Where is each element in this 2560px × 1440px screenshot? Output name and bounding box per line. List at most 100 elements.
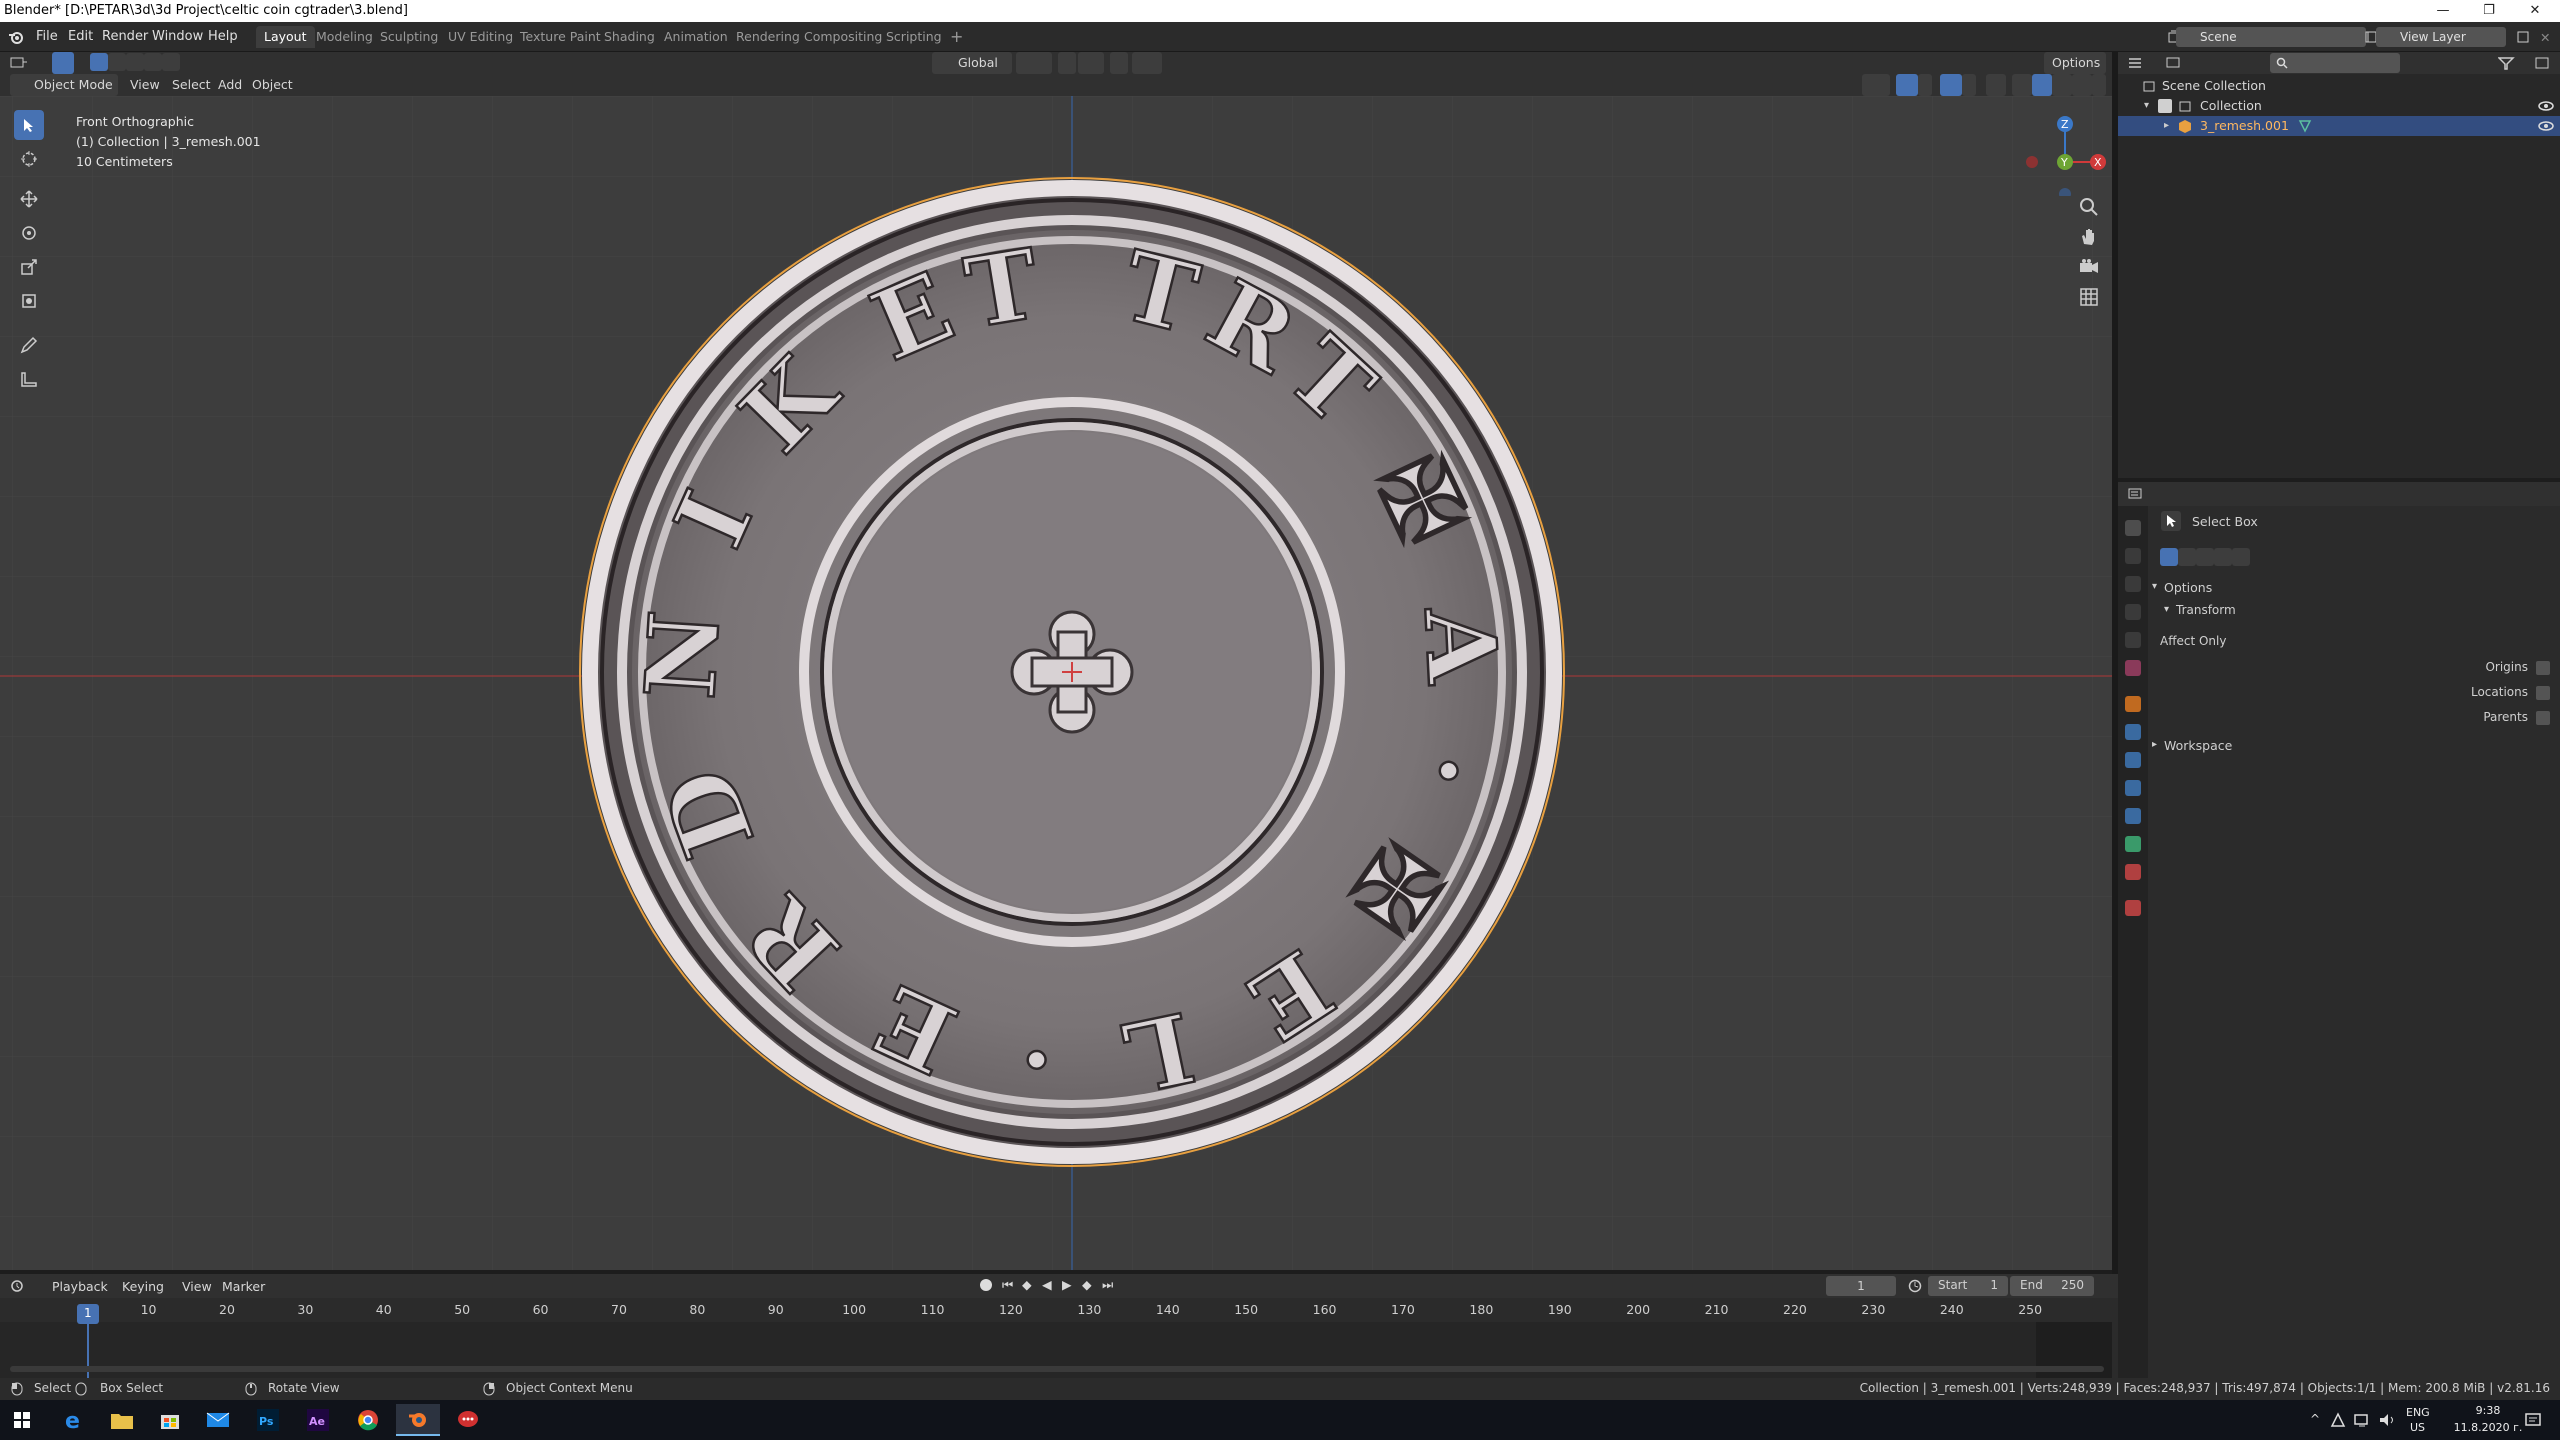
outliner-row-object[interactable]: ▸ 3_remesh.001: [2118, 116, 2560, 136]
network-icon[interactable]: [2354, 1412, 2372, 1428]
select-mode-invert-button[interactable]: [144, 53, 162, 71]
eye-icon[interactable]: [2538, 120, 2554, 132]
minimize-button[interactable]: —: [2420, 0, 2466, 22]
notifications-icon[interactable]: [2524, 1412, 2542, 1428]
scene-props-icon[interactable]: [2125, 632, 2141, 648]
pivot-point-dropdown[interactable]: [1016, 52, 1052, 74]
taskbar-chat[interactable]: [446, 1404, 490, 1436]
timeline-editor-icon[interactable]: [10, 1279, 28, 1293]
origins-checkbox[interactable]: [2536, 661, 2550, 675]
tool-props-icon[interactable]: [2125, 520, 2141, 536]
timeline-menu-playback[interactable]: Playback: [52, 1279, 108, 1294]
tab-modeling[interactable]: Modeling: [308, 26, 381, 48]
tool-transform[interactable]: [14, 286, 44, 316]
outliner-search-input[interactable]: [2270, 53, 2400, 73]
proportional-edit-toggle[interactable]: [1110, 52, 1128, 74]
shading-wireframe-button[interactable]: [2012, 74, 2032, 96]
gizmo-toggle[interactable]: [1896, 74, 1918, 96]
taskbar-mail[interactable]: [196, 1404, 240, 1436]
zoom-icon[interactable]: [2078, 196, 2100, 218]
tray-chevron-icon[interactable]: ^: [2310, 1412, 2320, 1426]
render-props-icon[interactable]: [2125, 548, 2141, 564]
tool-select-box[interactable]: [14, 110, 44, 140]
play-icon[interactable]: ▶: [1062, 1277, 1072, 1292]
taskbar-blender[interactable]: [396, 1404, 440, 1436]
shading-rendered-button[interactable]: [2072, 74, 2092, 96]
outliner-editor-icon[interactable]: [2128, 56, 2146, 70]
tab-scripting[interactable]: Scripting: [878, 26, 950, 48]
world-props-icon[interactable]: [2125, 660, 2141, 676]
viewport-menu-add[interactable]: Add: [218, 77, 242, 92]
tool-cursor[interactable]: [14, 144, 44, 174]
view-layer-props-icon[interactable]: [2125, 604, 2141, 620]
maximize-button[interactable]: ❐: [2466, 0, 2512, 22]
menu-edit[interactable]: Edit: [68, 29, 93, 44]
object-props-icon[interactable]: [2125, 696, 2141, 712]
clock-icon[interactable]: [1908, 1279, 1922, 1293]
filter-icon[interactable]: [2498, 56, 2516, 70]
new-collection-icon[interactable]: [2534, 56, 2552, 70]
shading-material-button[interactable]: [2052, 74, 2072, 96]
output-props-icon[interactable]: [2125, 576, 2141, 592]
menu-window[interactable]: Window: [152, 29, 203, 44]
overlays-toggle[interactable]: [1940, 74, 1962, 96]
mode-subtract-button[interactable]: [2196, 548, 2214, 566]
viewport-menu-object[interactable]: Object: [252, 77, 293, 92]
viewport-menu-view[interactable]: View: [130, 77, 160, 92]
display-mode-icon[interactable]: [2166, 56, 2184, 70]
camera-icon[interactable]: [2078, 256, 2100, 278]
outliner-row-scene-collection[interactable]: Scene Collection: [2118, 76, 2560, 96]
locations-checkbox[interactable]: [2536, 686, 2550, 700]
shading-dropdown[interactable]: [2092, 74, 2106, 96]
select-mode-subtract-button[interactable]: [126, 53, 144, 71]
mode-extend-button[interactable]: [2178, 548, 2196, 566]
navigation-gizmo[interactable]: Z Y X: [2020, 106, 2110, 196]
tab-shading[interactable]: Shading: [596, 26, 663, 48]
menu-help[interactable]: Help: [208, 29, 238, 44]
add-workspace-button[interactable]: +: [942, 26, 971, 48]
view-layer-remove-icon[interactable]: ✕: [2540, 30, 2550, 45]
language-indicator[interactable]: ENG: [2406, 1406, 2430, 1419]
clock-time[interactable]: 9:38: [2458, 1404, 2518, 1417]
taskbar-chrome[interactable]: [346, 1404, 390, 1436]
editor-type-icon[interactable]: [10, 56, 28, 70]
taskbar-after-effects[interactable]: Ae: [296, 1404, 340, 1436]
view-layer-add-icon[interactable]: [2516, 30, 2530, 44]
blender-logo-icon[interactable]: [8, 29, 24, 45]
taskbar-photoshop[interactable]: Ps: [246, 1404, 290, 1436]
outliner-row-collection[interactable]: ▾ Collection: [2118, 96, 2560, 116]
taskbar-store[interactable]: [148, 1404, 192, 1436]
timeline-menu-marker[interactable]: Marker: [222, 1279, 265, 1294]
snap-target-dropdown[interactable]: [1078, 52, 1104, 74]
select-mode-new-button[interactable]: [90, 53, 108, 71]
start-frame-field[interactable]: Start 1: [1928, 1276, 2008, 1296]
close-button[interactable]: ✕: [2512, 0, 2558, 22]
taskbar-edge[interactable]: e: [52, 1404, 96, 1436]
taskbar-explorer[interactable]: [100, 1404, 144, 1436]
tab-sculpting[interactable]: Sculpting: [372, 26, 446, 48]
tool-measure[interactable]: [14, 364, 44, 394]
start-button[interactable]: [0, 1404, 44, 1436]
tool-annotate[interactable]: [14, 330, 44, 360]
expand-arrow-icon[interactable]: ▸: [2164, 116, 2169, 136]
material-props-icon[interactable]: [2125, 864, 2141, 880]
shading-solid-button[interactable]: [2032, 74, 2052, 96]
collection-exclude-checkbox[interactable]: [2158, 99, 2172, 113]
jump-keyframe-forward-icon[interactable]: ◆: [1082, 1277, 1092, 1292]
hand-pan-icon[interactable]: [2078, 226, 2100, 248]
view-layer-field[interactable]: View Layer: [2376, 27, 2506, 47]
timeline-menu-view[interactable]: View: [182, 1279, 212, 1294]
current-frame-field[interactable]: 1: [1826, 1276, 1896, 1296]
coin-model[interactable]: TRT ✠ A · ✠ E L · E R D N I K ET: [576, 176, 1568, 1176]
jump-keyframe-back-icon[interactable]: ◆: [1022, 1277, 1032, 1292]
menu-file[interactable]: File: [36, 29, 58, 44]
snap-toggle[interactable]: [1058, 52, 1076, 74]
particles-props-icon[interactable]: [2125, 752, 2141, 768]
proportional-falloff-dropdown[interactable]: [1132, 52, 1162, 74]
eye-icon[interactable]: [2538, 100, 2554, 112]
viewport-menu-select[interactable]: Select: [172, 77, 211, 92]
record-icon[interactable]: [980, 1279, 992, 1291]
parents-checkbox[interactable]: [2536, 711, 2550, 725]
properties-editor-icon[interactable]: [2128, 487, 2146, 501]
tool-move[interactable]: [14, 184, 44, 214]
